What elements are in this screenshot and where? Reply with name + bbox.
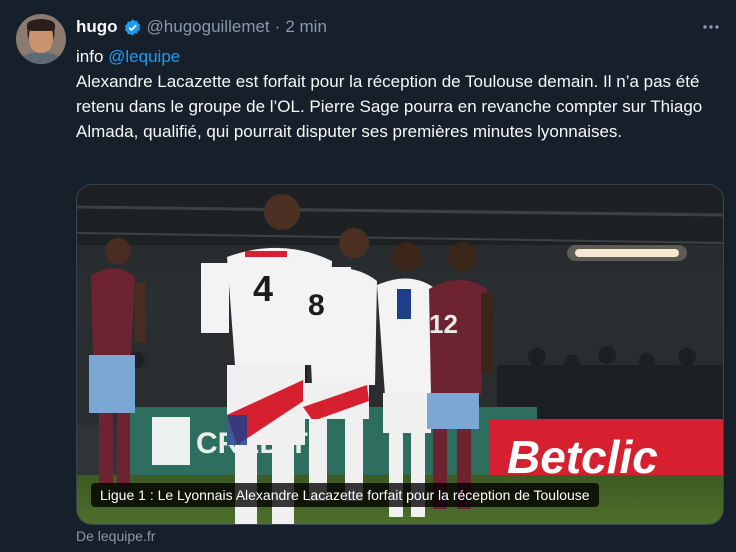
tweet-header: hugo @hugoguillemet · 2 min	[76, 16, 327, 38]
tweet-text: info @lequipe Alexandre Lacazette est fo…	[76, 44, 716, 144]
verified-badge-icon	[123, 18, 142, 37]
shirt-number-12: 12	[429, 309, 458, 339]
separator-dot: ·	[274, 17, 281, 36]
timestamp[interactable]: 2 min	[285, 17, 327, 37]
avatar-hair	[27, 19, 55, 31]
display-name[interactable]: hugo	[76, 17, 118, 37]
more-horizontal-icon[interactable]	[700, 16, 722, 38]
user-handle[interactable]: @hugoguillemet	[147, 17, 270, 37]
tweet-body: Alexandre Lacazette est forfait pour la …	[76, 72, 703, 141]
link-card-caption[interactable]: Ligue 1 : Le Lyonnais Alexandre Lacazett…	[91, 483, 599, 507]
link-card-image[interactable]: CRÉDIT Betclic 4	[76, 184, 724, 525]
mention-link[interactable]: @lequipe	[108, 47, 180, 66]
link-source[interactable]: De lequipe.fr	[76, 528, 155, 544]
avatar-shirt	[20, 52, 62, 64]
shirt-number-8: 8	[308, 289, 325, 322]
text-prefix: info	[76, 47, 109, 66]
shirt-number-4: 4	[253, 268, 273, 309]
tweet-first-line: info @lequipe	[76, 44, 716, 69]
avatar[interactable]	[16, 14, 66, 64]
